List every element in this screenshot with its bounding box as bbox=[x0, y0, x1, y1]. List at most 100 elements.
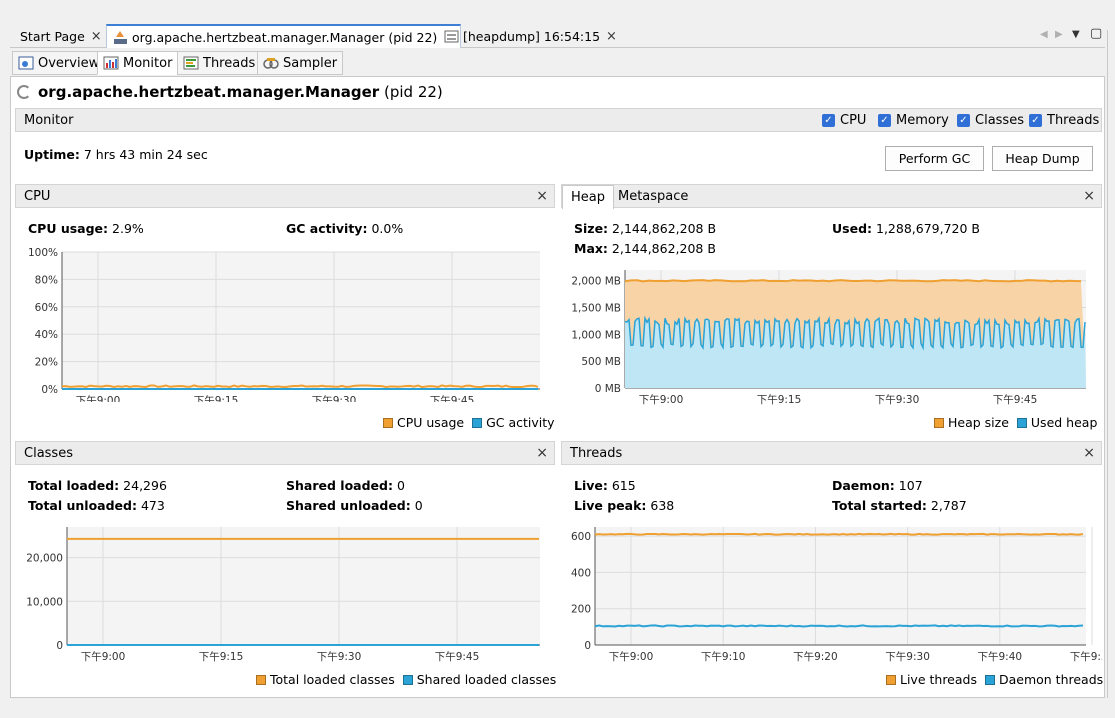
y-tick-label: 500 MB bbox=[581, 356, 621, 368]
checkbox-label: Classes bbox=[975, 113, 1024, 128]
close-icon[interactable]: × bbox=[606, 29, 617, 44]
close-icon[interactable]: × bbox=[536, 445, 548, 461]
monitor-view: org.apache.hertzbeat.manager.Manager (pi… bbox=[10, 76, 1105, 698]
uptime: Uptime: 7 hrs 43 min 24 sec bbox=[24, 147, 208, 162]
status-bar bbox=[0, 698, 1115, 718]
tab-threads[interactable]: Threads bbox=[177, 51, 262, 75]
heap-chart: 0 MB 500 MB 1,000 MB 1,500 MB 2,000 MB 下午9:00… bbox=[571, 270, 1086, 406]
heap-panel-header: Heap Metaspace × bbox=[561, 184, 1102, 209]
legend-swatch bbox=[383, 417, 393, 428]
tab-overview[interactable]: Overview bbox=[12, 51, 106, 75]
tab-heap[interactable]: Heap bbox=[562, 185, 614, 209]
view-tab-bar: Overview Monitor Threads Sampler bbox=[10, 50, 1105, 76]
memory-checkbox[interactable]: ✓ Memory bbox=[878, 113, 949, 128]
cpu-checkbox[interactable]: ✓ CPU bbox=[822, 113, 866, 128]
heap-max-stat: Max: 2,144,862,208 B bbox=[574, 241, 716, 256]
tab-label: Start Page bbox=[20, 28, 85, 44]
legend-label: Shared loaded classes bbox=[416, 672, 557, 687]
y-tick-label: 200 bbox=[571, 604, 591, 616]
total-loaded-stat: Total loaded: 24,296 bbox=[28, 478, 167, 493]
monitor-header: Monitor ✓ CPU ✓ Memory ✓ Classes ✓ Threads bbox=[15, 108, 1102, 132]
heap-panel: Heap Metaspace × Size: 2,144,862,208 B U… bbox=[561, 184, 1102, 434]
cpu-panel-header: CPU × bbox=[15, 184, 555, 208]
tab-monitor[interactable]: Monitor bbox=[97, 51, 179, 75]
checkbox-label: Memory bbox=[896, 113, 949, 128]
legend-label: Used heap bbox=[1030, 415, 1098, 430]
maximize-icon[interactable]: ▢ bbox=[1090, 26, 1102, 41]
y-tick-label: 20,000 bbox=[26, 553, 63, 565]
heap-size-stat: Size: 2,144,862,208 B bbox=[574, 221, 717, 236]
y-tick-label: 0 MB bbox=[595, 383, 621, 395]
threads-panel: Threads × Live: 615 Daemon: 107 Live pea… bbox=[561, 441, 1103, 691]
close-icon[interactable]: × bbox=[91, 29, 102, 44]
heap-dump-button[interactable]: Heap Dump bbox=[992, 146, 1093, 171]
cpu-panel: CPU × CPU usage: 2.9% GC activity: 0.0% … bbox=[15, 184, 555, 434]
plot-area bbox=[67, 527, 540, 645]
x-tick-label: 下午9:00 bbox=[639, 393, 684, 406]
page-title: org.apache.hertzbeat.manager.Manager (pi… bbox=[17, 83, 443, 101]
x-tick-label: 下午9:40 bbox=[978, 650, 1023, 663]
series-line-primary bbox=[594, 532, 1084, 536]
cpu-chart: 0% 20% 40% 60% 80% 100% 下午9:00 下午9:15 下午9:30 下午9:… bbox=[28, 247, 540, 402]
scroll-right-icon[interactable]: ▶ bbox=[1055, 29, 1063, 40]
tab-label: Sampler bbox=[283, 55, 338, 71]
legend-swatch bbox=[472, 417, 483, 428]
checkmark-icon: ✓ bbox=[822, 114, 835, 127]
x-tick-label: 下午9:15 bbox=[757, 393, 802, 406]
close-icon[interactable]: × bbox=[536, 188, 548, 204]
shared-loaded-stat: Shared loaded: 0 bbox=[286, 478, 405, 493]
scroll-left-icon[interactable]: ◀ bbox=[1040, 29, 1048, 40]
uptime-value: 7 hrs 43 min 24 sec bbox=[83, 147, 208, 162]
x-tick-label: 下午9:50 bbox=[1070, 650, 1102, 663]
live-threads-stat: Live: 615 bbox=[574, 478, 636, 493]
tab-heapdump[interactable]: [heapdump] 16:54:15 × bbox=[438, 24, 623, 48]
legend-swatch bbox=[1016, 417, 1027, 428]
threads-checkbox[interactable]: ✓ Threads bbox=[1029, 113, 1099, 128]
dropdown-icon[interactable]: ▼ bbox=[1072, 29, 1080, 40]
total-started-stat: Total started: 2,787 bbox=[832, 498, 967, 513]
tab-sampler[interactable]: Sampler bbox=[257, 51, 344, 75]
x-tick-label: 下午9:00 bbox=[609, 650, 654, 663]
y-tick-label: 600 bbox=[571, 531, 591, 543]
tab-label: Overview bbox=[38, 55, 100, 71]
x-tick-label: 下午9:45 bbox=[430, 394, 475, 402]
y-tick-label: 2,000 MB bbox=[571, 276, 621, 288]
y-tick-label: 1,000 MB bbox=[571, 329, 621, 341]
threads-panel-header: Threads × bbox=[561, 441, 1102, 465]
y-tick-label: 400 bbox=[571, 567, 591, 579]
x-tick-label: 下午9:45 bbox=[435, 650, 480, 663]
tab-start-page[interactable]: Start Page × bbox=[14, 24, 108, 48]
threads-legend: Live threads Daemon threads bbox=[886, 672, 1103, 687]
shared-unloaded-stat: Shared unloaded: 0 bbox=[286, 498, 423, 513]
uptime-label: Uptime: bbox=[24, 147, 80, 162]
x-tick-label: 下午9:15 bbox=[199, 650, 244, 663]
x-tick-label: 下午9:15 bbox=[194, 394, 239, 402]
x-tick-label: 下午9:30 bbox=[885, 650, 930, 663]
y-tick-label: 0% bbox=[41, 384, 58, 396]
app-name: org.apache.hertzbeat.manager.Manager bbox=[38, 83, 380, 101]
side-scroll-track bbox=[1107, 30, 1115, 698]
close-icon[interactable]: × bbox=[1083, 188, 1095, 204]
tab-label: org.apache.hertzbeat.manager.Manager (pi… bbox=[132, 29, 438, 45]
x-tick-label: 下午9:20 bbox=[793, 650, 838, 663]
y-tick-label: 40% bbox=[35, 329, 58, 341]
legend-label: Total loaded classes bbox=[270, 672, 395, 687]
heap-used-stat: Used: 1,288,679,720 B bbox=[832, 221, 980, 236]
tab-metaspace[interactable]: Metaspace bbox=[610, 185, 696, 209]
legend-swatch bbox=[984, 674, 995, 685]
threads-icon bbox=[183, 56, 199, 70]
y-tick-label: 60% bbox=[35, 302, 58, 314]
close-icon[interactable]: × bbox=[1083, 445, 1095, 461]
monitor-icon bbox=[103, 56, 119, 70]
panel-title: Classes bbox=[24, 446, 73, 461]
legend-swatch bbox=[402, 674, 413, 685]
tab-label: [heapdump] 16:54:15 bbox=[463, 28, 601, 44]
legend-label: CPU usage bbox=[397, 415, 465, 430]
tab-manager-app[interactable]: org.apache.hertzbeat.manager.Manager (pi… bbox=[106, 24, 462, 48]
perform-gc-button[interactable]: Perform GC bbox=[885, 146, 984, 171]
classes-checkbox[interactable]: ✓ Classes bbox=[957, 113, 1024, 128]
legend-swatch bbox=[934, 417, 944, 428]
tab-label: Monitor bbox=[123, 55, 173, 71]
legend-label: GC activity bbox=[486, 415, 555, 430]
live-peak-stat: Live peak: 638 bbox=[574, 498, 675, 513]
